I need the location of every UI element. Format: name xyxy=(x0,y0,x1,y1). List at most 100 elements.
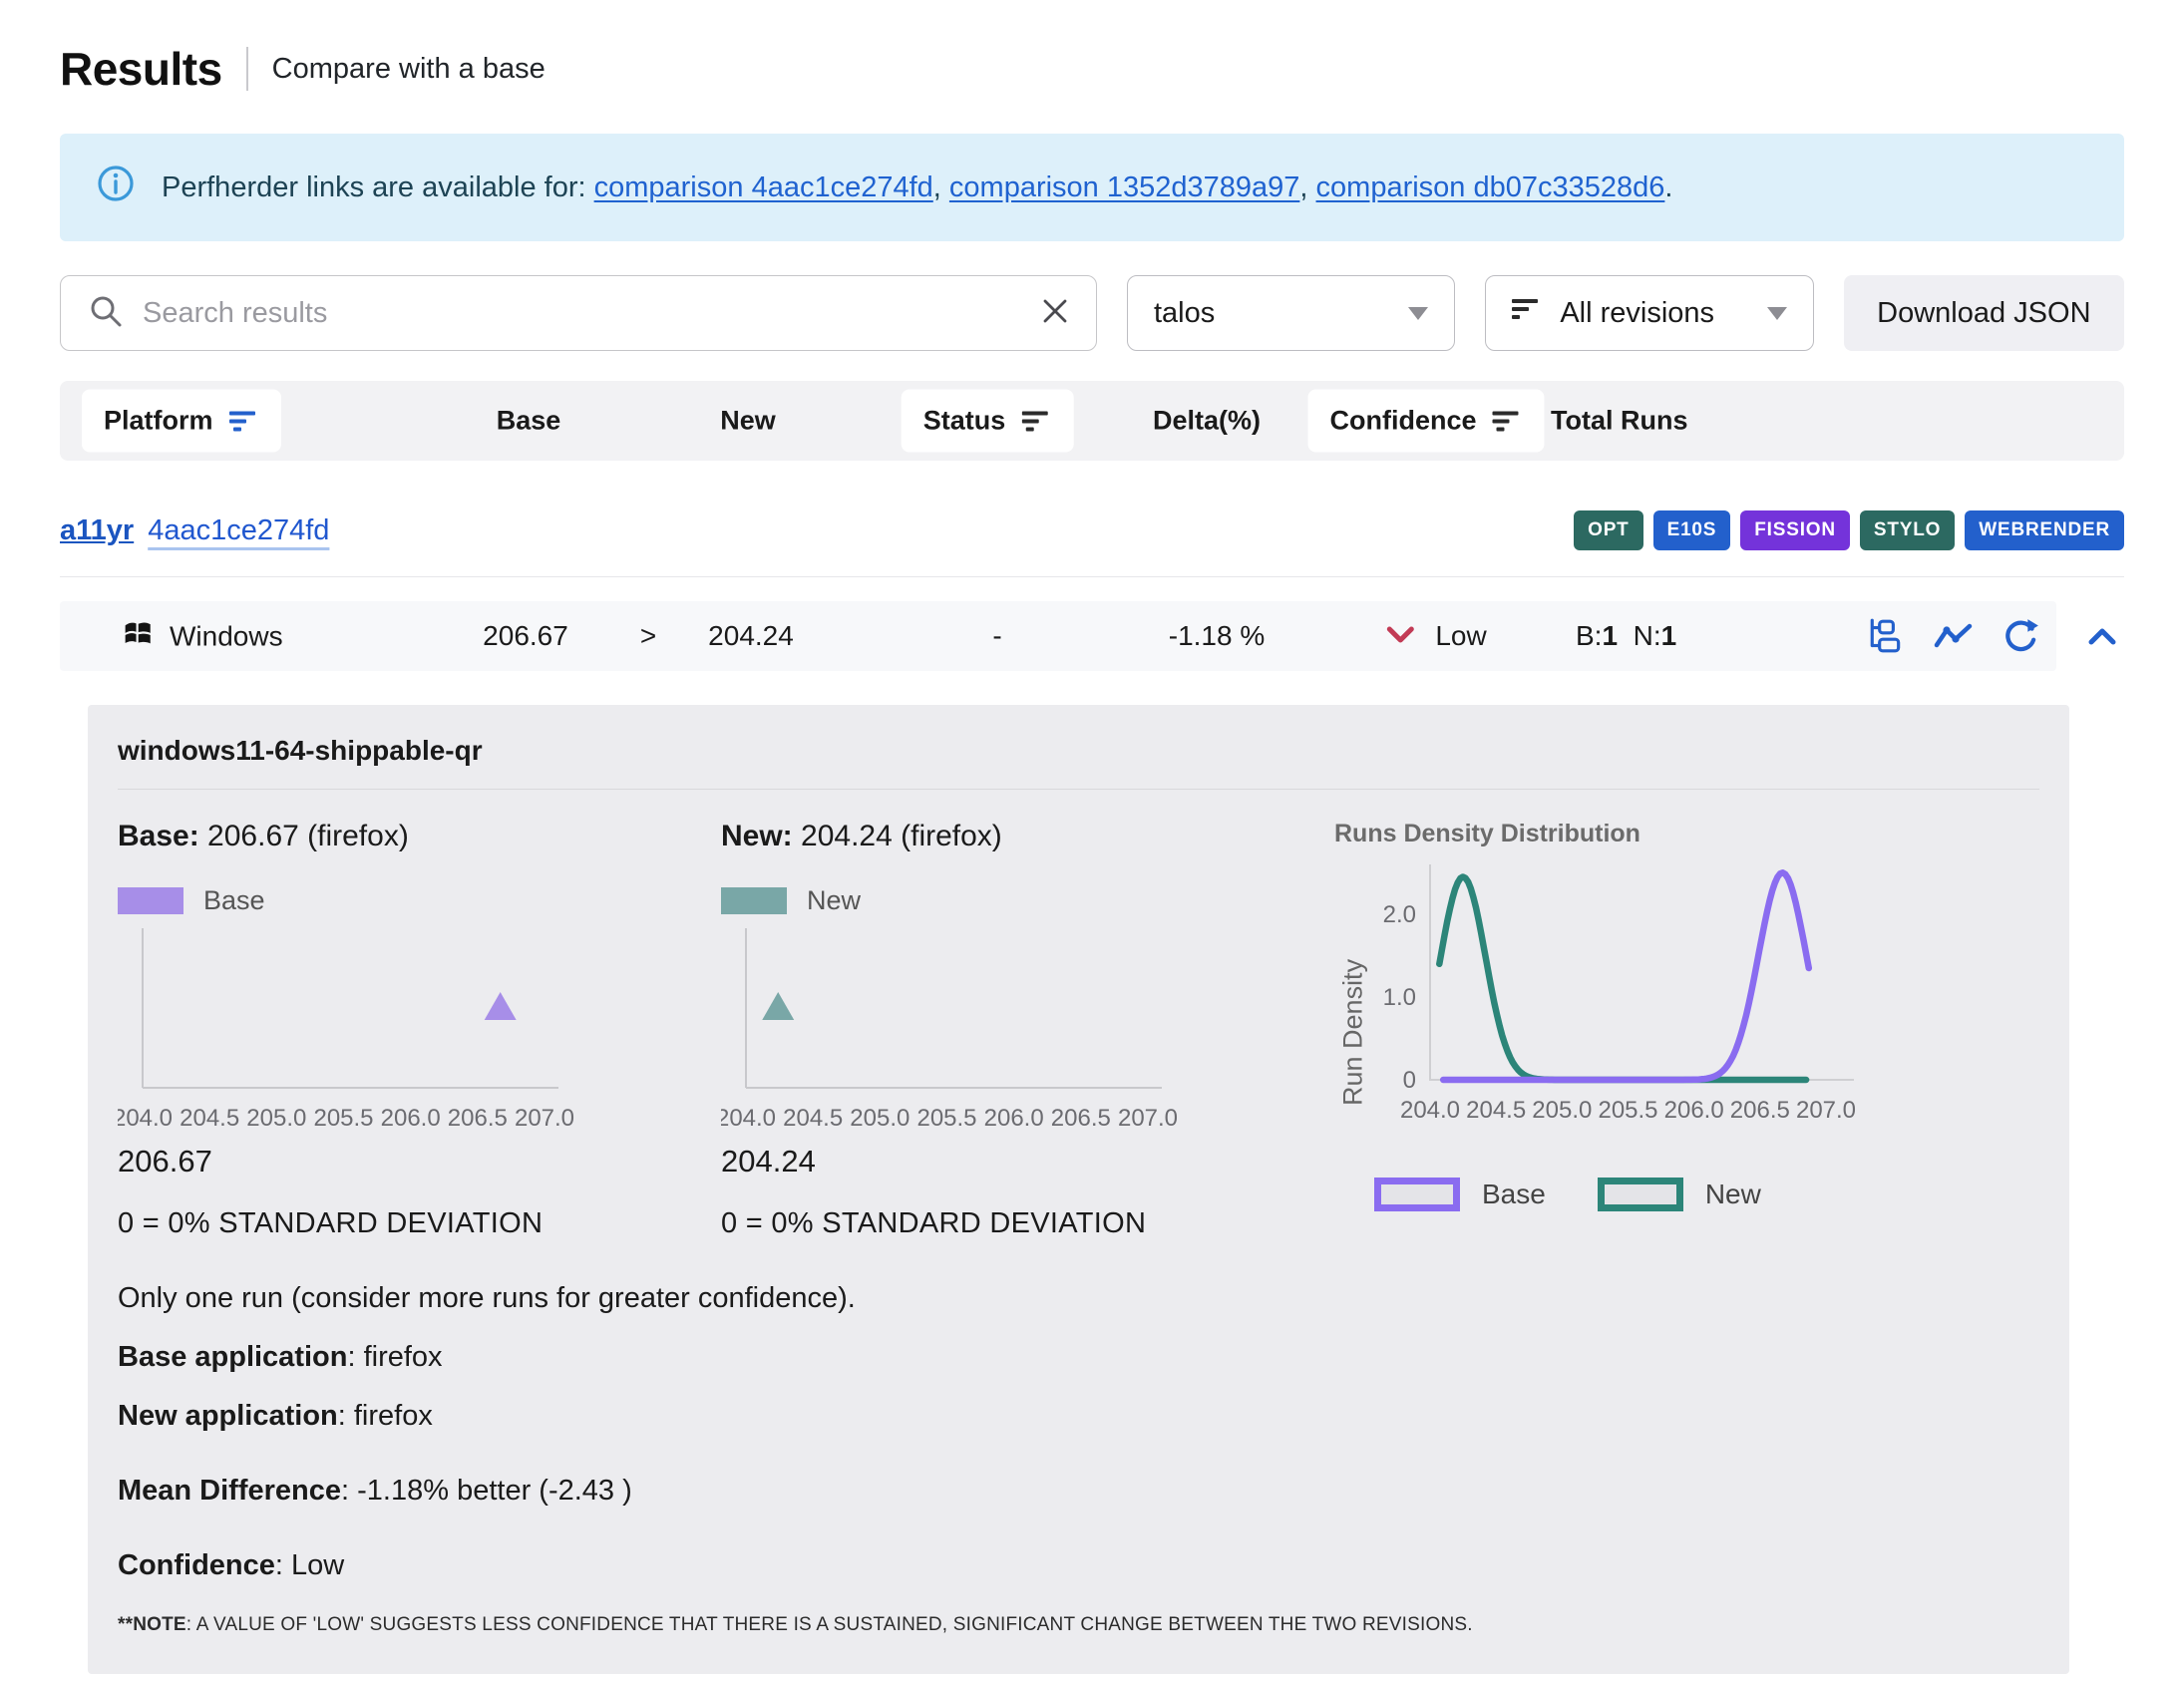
svg-text:206.5: 206.5 xyxy=(448,1105,508,1132)
platform-row[interactable]: Windows 206.67 > 204.24 - -1.18 % Low B:… xyxy=(60,601,2056,671)
section-divider xyxy=(60,576,2124,577)
svg-text:1.0: 1.0 xyxy=(1383,984,1416,1011)
chevron-down-icon xyxy=(1767,307,1787,320)
search-box xyxy=(60,275,1097,351)
density-legend-base-label: Base xyxy=(1482,1179,1546,1210)
mean-difference-line: Mean Difference: -1.18% better (-2.43 ) xyxy=(118,1469,2039,1514)
platform-badges: OPTE10SFISSIONSTYLOWEBRENDER xyxy=(1574,510,2124,550)
new-big-value: 204.24 xyxy=(721,1144,1334,1180)
base-legend-swatch xyxy=(118,887,183,914)
alert-text: Perfherder links are available for: comp… xyxy=(162,171,1672,204)
new-distribution-panel: New: 204.24 (firefox) New 204.0204.5205.… xyxy=(721,820,1334,1240)
new-application-line: New application: firefox xyxy=(118,1394,2039,1439)
info-icon xyxy=(96,164,136,211)
revisions-value: All revisions xyxy=(1560,297,1714,330)
platform-badge: FISSION xyxy=(1740,510,1850,550)
svg-text:207.0: 207.0 xyxy=(1796,1097,1856,1124)
detail-notes: Only one run (consider more runs for gre… xyxy=(118,1276,2039,1636)
density-title: Runs Density Distribution xyxy=(1334,820,2039,848)
base-distribution-panel: Base: 206.67 (firefox) Base 204.0204.520… xyxy=(118,820,721,1240)
density-ylabel: Run Density xyxy=(1334,852,1372,1152)
framework-select[interactable]: talos xyxy=(1127,275,1455,351)
low-confidence-footnote: **NOTE: A VALUE OF 'LOW' SUGGESTS LESS C… xyxy=(118,1614,2039,1636)
density-legend-base-swatch xyxy=(1374,1178,1460,1211)
status-value: - xyxy=(992,620,1001,652)
svg-text:204.0: 204.0 xyxy=(1400,1097,1460,1124)
svg-text:207.0: 207.0 xyxy=(515,1105,574,1132)
alert-links: comparison 4aac1ce274fd, comparison 1352… xyxy=(594,171,1673,203)
base-stddev: 0 = 0% STANDARD DEVIATION xyxy=(118,1207,721,1240)
svg-text:206.0: 206.0 xyxy=(984,1105,1044,1132)
density-legend-new-swatch xyxy=(1598,1178,1683,1211)
confidence-line: Confidence: Low xyxy=(118,1543,2039,1588)
new-runs-chart: 204.0204.5205.0205.5206.0206.5207.0 xyxy=(721,920,1240,1135)
new-mini-legend: New xyxy=(721,885,1334,916)
results-table-header: Platform Base New Status Delta(%) Confid… xyxy=(60,381,2124,461)
filter-icon xyxy=(1021,408,1051,434)
test-revision-link[interactable]: 4aac1ce274fd xyxy=(148,514,329,547)
platform-badge: E10S xyxy=(1653,510,1731,550)
chevron-up-icon xyxy=(2087,626,2117,646)
new-stddev: 0 = 0% STANDARD DEVIATION xyxy=(721,1207,1334,1240)
graph-icon[interactable] xyxy=(1933,620,1975,652)
detail-card: windows11-64-shippable-qr Base: 206.67 (… xyxy=(88,705,2069,1674)
windows-logo-icon xyxy=(122,617,154,656)
platform-badge: OPT xyxy=(1574,510,1642,550)
svg-text:2.0: 2.0 xyxy=(1383,901,1416,928)
platform-column-label: Platform xyxy=(104,406,213,437)
svg-text:207.0: 207.0 xyxy=(1118,1105,1178,1132)
perfherder-results-page: Results Compare with a base Perfherder l… xyxy=(0,42,2184,1674)
svg-text:206.5: 206.5 xyxy=(1051,1105,1111,1132)
toolbar: talos All revisions Download JSON xyxy=(60,275,2124,351)
base-mini-legend: Base xyxy=(118,885,721,916)
page-subtitle: Compare with a base xyxy=(272,53,546,86)
retrigger-icon[interactable] xyxy=(2002,617,2040,655)
test-section-header: a11yr 4aac1ce274fd OPTE10SFISSIONSTYLOWE… xyxy=(60,510,2124,550)
svg-text:204.5: 204.5 xyxy=(1466,1097,1526,1124)
detail-divider xyxy=(118,789,2039,790)
comparison-link[interactable]: comparison 1352d3789a97 xyxy=(949,171,1300,203)
title-divider xyxy=(246,47,248,91)
svg-text:206.5: 206.5 xyxy=(1730,1097,1790,1124)
revisions-select[interactable]: All revisions xyxy=(1485,275,1813,351)
svg-text:205.0: 205.0 xyxy=(246,1105,306,1132)
download-json-button[interactable]: Download JSON xyxy=(1844,275,2124,351)
new-value: 204.24 xyxy=(708,620,794,652)
status-column-label: Status xyxy=(923,406,1006,437)
chevron-down-icon xyxy=(1408,307,1428,320)
svg-text:205.0: 205.0 xyxy=(1532,1097,1592,1124)
svg-text:206.0: 206.0 xyxy=(381,1105,441,1132)
svg-text:206.0: 206.0 xyxy=(1664,1097,1724,1124)
svg-text:204.5: 204.5 xyxy=(180,1105,239,1132)
regression-chevron-icon xyxy=(1385,620,1415,652)
base-value: 206.67 xyxy=(483,620,568,652)
detail-title: windows11-64-shippable-qr xyxy=(118,735,2039,767)
platform-filter-button[interactable]: Platform xyxy=(82,390,281,453)
base-big-value: 206.67 xyxy=(118,1144,721,1180)
total-runs-value: B:1 N:1 xyxy=(1576,620,1676,652)
search-input[interactable] xyxy=(143,297,1022,330)
new-legend-label: New xyxy=(807,885,861,916)
confidence-filter-button[interactable]: Confidence xyxy=(1307,390,1544,453)
density-chart: 01.02.0204.0204.5205.0205.5206.0206.5207… xyxy=(1372,852,1911,1152)
total-runs-column-label: Total Runs xyxy=(1551,406,1688,437)
svg-text:205.0: 205.0 xyxy=(850,1105,910,1132)
subtests-icon[interactable] xyxy=(1867,617,1905,655)
comparison-link[interactable]: comparison 4aac1ce274fd xyxy=(594,171,933,203)
status-filter-button[interactable]: Status xyxy=(902,390,1074,453)
svg-text:204.0: 204.0 xyxy=(118,1105,173,1132)
svg-text:205.5: 205.5 xyxy=(313,1105,373,1132)
info-alert: Perfherder links are available for: comp… xyxy=(60,134,2124,241)
clear-search-icon[interactable] xyxy=(1042,298,1068,329)
delta-value: -1.18 % xyxy=(1169,620,1266,652)
collapse-row-button[interactable] xyxy=(2080,626,2124,646)
svg-text:205.5: 205.5 xyxy=(916,1105,976,1132)
platform-badge: WEBRENDER xyxy=(1965,510,2124,550)
svg-text:205.5: 205.5 xyxy=(1598,1097,1657,1124)
filter-icon xyxy=(1493,408,1523,434)
test-name-link[interactable]: a11yr xyxy=(60,514,134,547)
only-one-run-note: Only one run (consider more runs for gre… xyxy=(118,1276,2039,1321)
new-column-label: New xyxy=(720,406,776,437)
comparison-link[interactable]: comparison db07c33528d6 xyxy=(1316,171,1665,203)
confidence-value: Low xyxy=(1435,620,1486,652)
